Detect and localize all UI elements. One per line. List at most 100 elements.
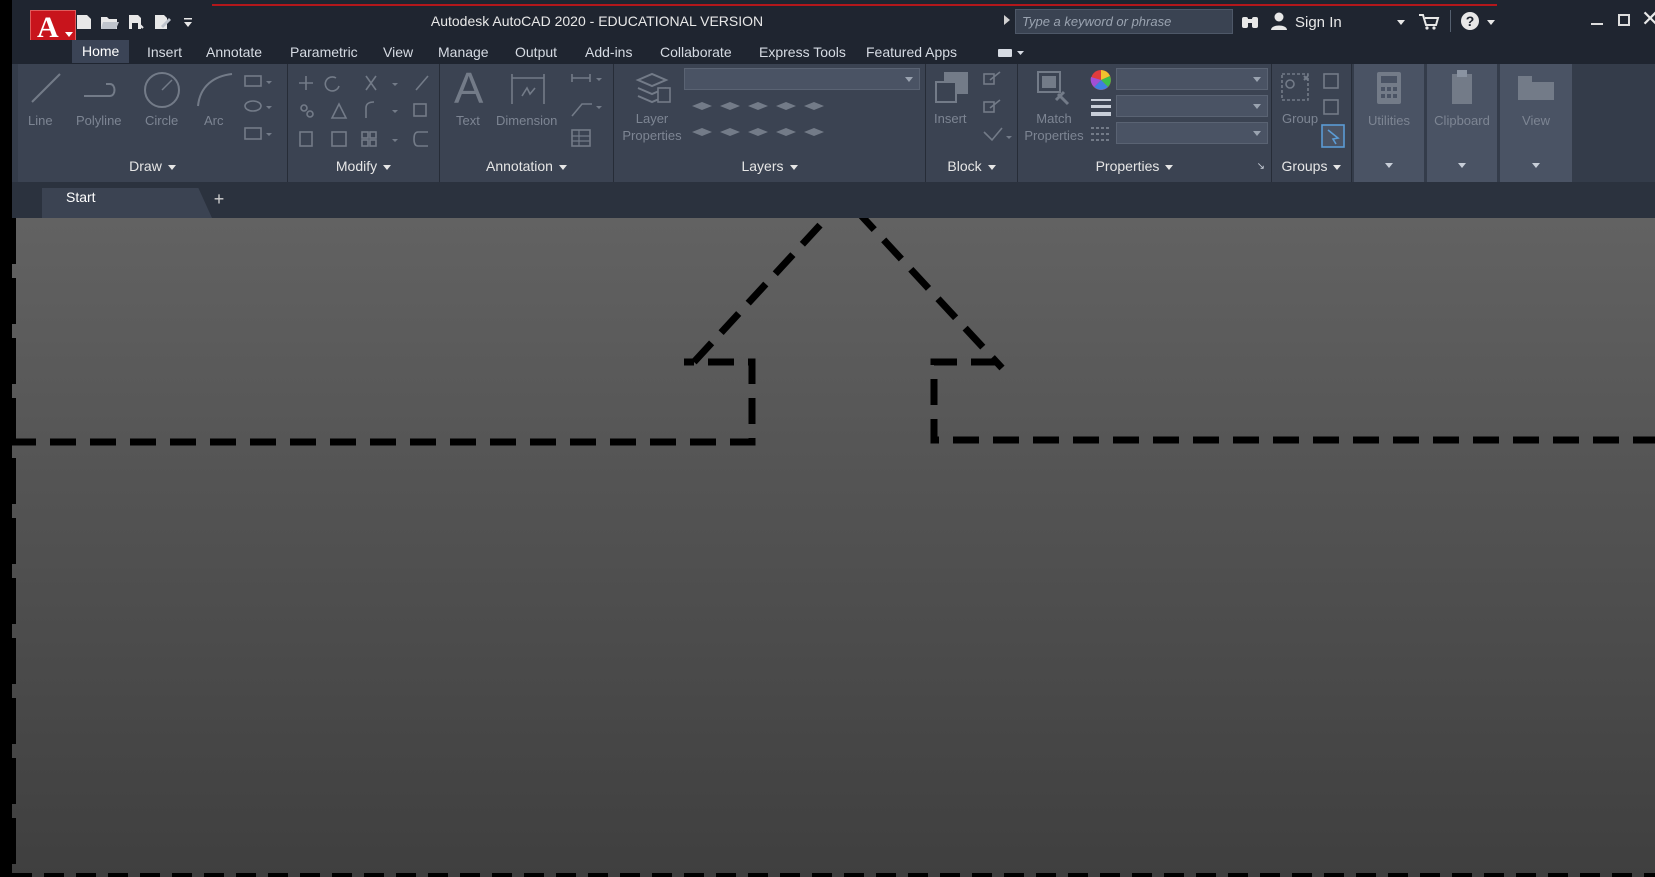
polyline-button[interactable]: Polyline: [76, 112, 122, 129]
annotation-panel-title[interactable]: Annotation: [440, 158, 613, 174]
circle-button[interactable]: Circle: [145, 112, 178, 129]
match-properties-label: Match Properties: [1022, 110, 1086, 144]
tab-annotate[interactable]: Annotate: [206, 44, 262, 60]
tab-add-ins[interactable]: Add-ins: [585, 44, 632, 60]
properties-title-label: Properties: [1095, 158, 1160, 174]
draw-panel-title[interactable]: Draw: [18, 158, 287, 174]
search-expand-arrow-icon[interactable]: [1004, 15, 1010, 25]
tab-collaborate[interactable]: Collaborate: [660, 44, 732, 60]
binoculars-icon[interactable]: [1241, 14, 1259, 30]
left-ground-line: [12, 358, 756, 446]
group-button[interactable]: Group: [1282, 110, 1318, 127]
properties-launcher-icon[interactable]: ↘: [1257, 161, 1265, 172]
tab-insert[interactable]: Insert: [147, 44, 182, 60]
modify-panel-title[interactable]: Modify: [288, 158, 439, 174]
block-panel: Insert Block: [926, 64, 1018, 182]
match-label-line2[interactable]: Properties: [1024, 128, 1083, 143]
color-wheel-icon[interactable]: [1090, 68, 1112, 92]
roof-line: [691, 218, 1005, 371]
line-button[interactable]: Line: [28, 112, 53, 129]
leader-table-icons[interactable]: [568, 72, 608, 150]
modify-title-label: Modify: [335, 158, 378, 174]
help-icon[interactable]: ?: [1460, 11, 1480, 31]
block-panel-title[interactable]: Block: [926, 158, 1017, 174]
groups-panel-title[interactable]: Groups: [1272, 158, 1351, 174]
rectangle-hatch-icons[interactable]: [242, 72, 276, 142]
text-icon[interactable]: A: [454, 64, 483, 114]
clipboard-panel[interactable]: Clipboard: [1427, 64, 1497, 182]
arc-icon[interactable]: [194, 70, 234, 110]
dimension-icon[interactable]: [508, 72, 548, 106]
tab-parametric[interactable]: Parametric: [290, 44, 358, 60]
layers-panel-title[interactable]: Layers: [614, 158, 925, 174]
match-properties-icon[interactable]: [1034, 68, 1074, 108]
insert-block-icon[interactable]: [932, 68, 972, 108]
utilities-panel[interactable]: Utilities: [1354, 64, 1424, 182]
cart-icon[interactable]: [1418, 13, 1440, 31]
draw-panel: Line Polyline Circle Arc Draw: [18, 64, 288, 182]
layer-label-line1[interactable]: Layer: [636, 111, 669, 126]
properties-panel-title[interactable]: Properties: [1018, 158, 1251, 174]
linetype-icon[interactable]: [1090, 124, 1112, 144]
linetype-dropdown[interactable]: [1116, 122, 1268, 144]
sign-in-dropdown-icon[interactable]: [1396, 18, 1406, 26]
close-icon[interactable]: ✕: [1641, 6, 1655, 32]
view-dropdown-icon[interactable]: [1532, 163, 1540, 168]
maximize-icon[interactable]: [1618, 14, 1630, 26]
dimension-button[interactable]: Dimension: [496, 112, 557, 129]
arc-button[interactable]: Arc: [204, 112, 224, 129]
tab-manage[interactable]: Manage: [438, 44, 489, 60]
tab-featured-apps[interactable]: Featured Apps: [866, 44, 957, 60]
document-tab-bar: Start +: [12, 182, 1655, 218]
tab-view[interactable]: View: [383, 44, 413, 60]
user-icon: [1271, 12, 1287, 30]
layers-panel: Layer Properties Layers: [614, 64, 926, 182]
autocad-window: A Autodesk AutoCAD 2020 - EDUCATIONAL VE…: [0, 0, 1655, 877]
circle-icon[interactable]: [142, 70, 182, 110]
view-icon: [1518, 76, 1554, 100]
help-dropdown-icon[interactable]: [1486, 18, 1496, 26]
annotation-title-label: Annotation: [486, 158, 553, 174]
drawing-canvas[interactable]: [12, 218, 1655, 877]
utilities-dropdown-icon[interactable]: [1385, 163, 1393, 168]
match-label-line1[interactable]: Match: [1036, 111, 1071, 126]
lineweight-dropdown[interactable]: [1116, 95, 1268, 117]
insert-button[interactable]: Insert: [934, 110, 967, 127]
group-tools-icons[interactable]: [1320, 70, 1346, 150]
view-panel[interactable]: View: [1500, 64, 1572, 182]
title-bar: A Autodesk AutoCAD 2020 - EDUCATIONAL VE…: [12, 0, 1655, 48]
lineweight-icon[interactable]: [1090, 96, 1112, 118]
title-separator: [1450, 10, 1451, 32]
clipboard-label: Clipboard: [1434, 113, 1490, 128]
layer-properties-label: Layer Properties: [622, 110, 682, 144]
clipboard-icon: [1452, 70, 1472, 104]
clipboard-dropdown-icon[interactable]: [1458, 163, 1466, 168]
ribbon-toggle-icon[interactable]: [997, 47, 1025, 59]
color-dropdown[interactable]: [1116, 68, 1268, 90]
groups-title-label: Groups: [1281, 158, 1328, 174]
layer-tools-icons[interactable]: [684, 96, 834, 150]
annotation-panel: A Text Dimension Annotation: [440, 64, 614, 182]
modify-tools-icons[interactable]: [296, 70, 436, 150]
line-icon[interactable]: [28, 70, 64, 106]
utilities-label: Utilities: [1368, 113, 1410, 128]
tab-home[interactable]: Home: [72, 40, 130, 63]
calculator-icon: [1377, 72, 1401, 104]
start-tab-label[interactable]: Start: [66, 189, 96, 205]
polyline-icon[interactable]: [80, 74, 120, 104]
layer-dropdown[interactable]: [684, 68, 920, 90]
new-tab-button[interactable]: +: [206, 189, 232, 211]
sign-in-link[interactable]: Sign In: [1295, 14, 1342, 31]
layer-label-line2[interactable]: Properties: [622, 128, 681, 143]
right-ground-line: [930, 358, 1655, 444]
search-input[interactable]: Type a keyword or phrase: [1015, 9, 1233, 34]
group-icon[interactable]: [1278, 70, 1318, 110]
tab-output[interactable]: Output: [515, 44, 557, 60]
text-button[interactable]: Text: [456, 112, 480, 129]
block-tools-icons[interactable]: [980, 70, 1014, 150]
minimize-icon[interactable]: [1590, 12, 1604, 26]
view-label: View: [1522, 113, 1550, 128]
tab-express-tools[interactable]: Express Tools: [759, 44, 846, 60]
layers-title-label: Layers: [741, 158, 784, 174]
layer-properties-icon[interactable]: [634, 70, 674, 106]
